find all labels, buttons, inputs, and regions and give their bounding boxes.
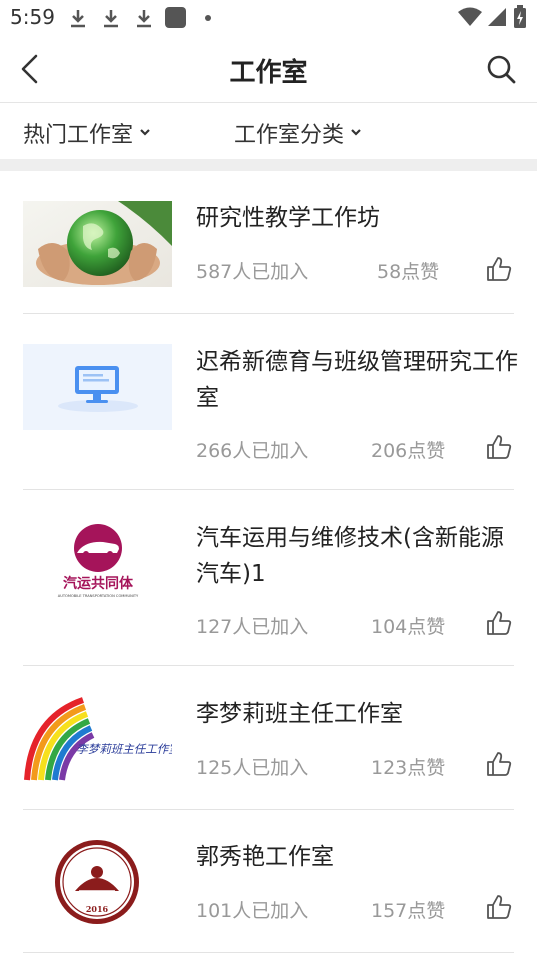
search-icon[interactable] [484, 52, 518, 86]
member-count: 125人已加入 [196, 757, 309, 779]
like-count: 206点赞 [371, 440, 446, 462]
filter-label: 工作室分类 [234, 123, 345, 148]
circular-seal-logo: 2016 [23, 839, 172, 925]
member-count: 266人已加入 [196, 440, 309, 462]
member-count: 127人已加入 [196, 616, 309, 638]
like-count: 58点赞 [377, 261, 440, 283]
list-separator [23, 952, 514, 953]
status-bar: 5:59 [0, 0, 537, 36]
like-count: 123点赞 [371, 757, 446, 779]
thumbs-up-icon[interactable] [486, 751, 512, 777]
member-count: 101人已加入 [196, 900, 309, 922]
wifi-icon [458, 7, 482, 26]
studio-title: 郭秀艳工作室 [196, 844, 334, 870]
thumbs-up-icon[interactable] [486, 434, 512, 460]
studio-list-item[interactable]: 汽运共同体 AUTOMOBILE TRANSPORTATION COMMUNIT… [0, 490, 537, 666]
section-divider [0, 159, 537, 171]
studio-list-item[interactable]: 迟希新德育与班级管理研究工作室 266人已加入 206点赞 [0, 314, 537, 490]
filter-hot-studios-dropdown[interactable]: 热门工作室 [23, 117, 151, 149]
thumbs-up-icon[interactable] [486, 894, 512, 920]
logo-text: 李梦莉班主任工作室 [76, 742, 172, 756]
like-count: 157点赞 [371, 900, 446, 922]
rainbow-logo: 李梦莉班主任工作室 [23, 696, 172, 782]
studio-title: 李梦莉班主任工作室 [196, 701, 403, 727]
studio-title: 研究性教学工作坊 [196, 205, 380, 231]
studio-list-item[interactable]: 李梦莉班主任工作室 李梦莉班主任工作室 125人已加入 123点赞 [0, 666, 537, 810]
thumbs-up-icon[interactable] [486, 256, 512, 282]
studio-title: 迟希新德育与班级管理研究工作室 [196, 349, 518, 411]
studio-title: 汽车运用与维修技术(含新能源汽车)1 [196, 525, 504, 587]
app-notification-icon [165, 7, 186, 28]
member-count: 587人已加入 [196, 261, 309, 283]
filter-studio-category-dropdown[interactable]: 工作室分类 [234, 117, 362, 149]
filter-label: 热门工作室 [23, 123, 134, 148]
computer-monitor-image [23, 344, 172, 430]
studio-list-item[interactable]: 研究性教学工作坊 587人已加入 58点赞 [0, 171, 537, 314]
download-icon [137, 10, 151, 28]
chevron-down-icon [351, 129, 361, 136]
logo-text: 2016 [86, 904, 109, 914]
like-count: 104点赞 [371, 616, 446, 638]
chevron-down-icon [140, 129, 150, 136]
status-time: 5:59 [10, 5, 55, 29]
logo-text: 汽运共同体 [63, 575, 134, 592]
battery-icon [514, 5, 526, 28]
studio-list-item[interactable]: 2016 郭秀艳工作室 101人已加入 157点赞 [0, 809, 537, 953]
auto-community-logo: 汽运共同体 AUTOMOBILE TRANSPORTATION COMMUNIT… [23, 520, 172, 606]
page-title: 工作室 [229, 58, 308, 88]
signal-icon [488, 8, 506, 26]
filter-bar: 热门工作室 工作室分类 [0, 103, 537, 159]
download-icon [104, 10, 118, 28]
logo-subtext: AUTOMOBILE TRANSPORTATION COMMUNITY [58, 594, 139, 598]
app-bar: 工作室 [0, 36, 537, 103]
download-icon [71, 10, 85, 28]
more-notifications-icon [205, 15, 211, 21]
globe-in-hands-image [23, 201, 172, 287]
thumbs-up-icon[interactable] [486, 610, 512, 636]
